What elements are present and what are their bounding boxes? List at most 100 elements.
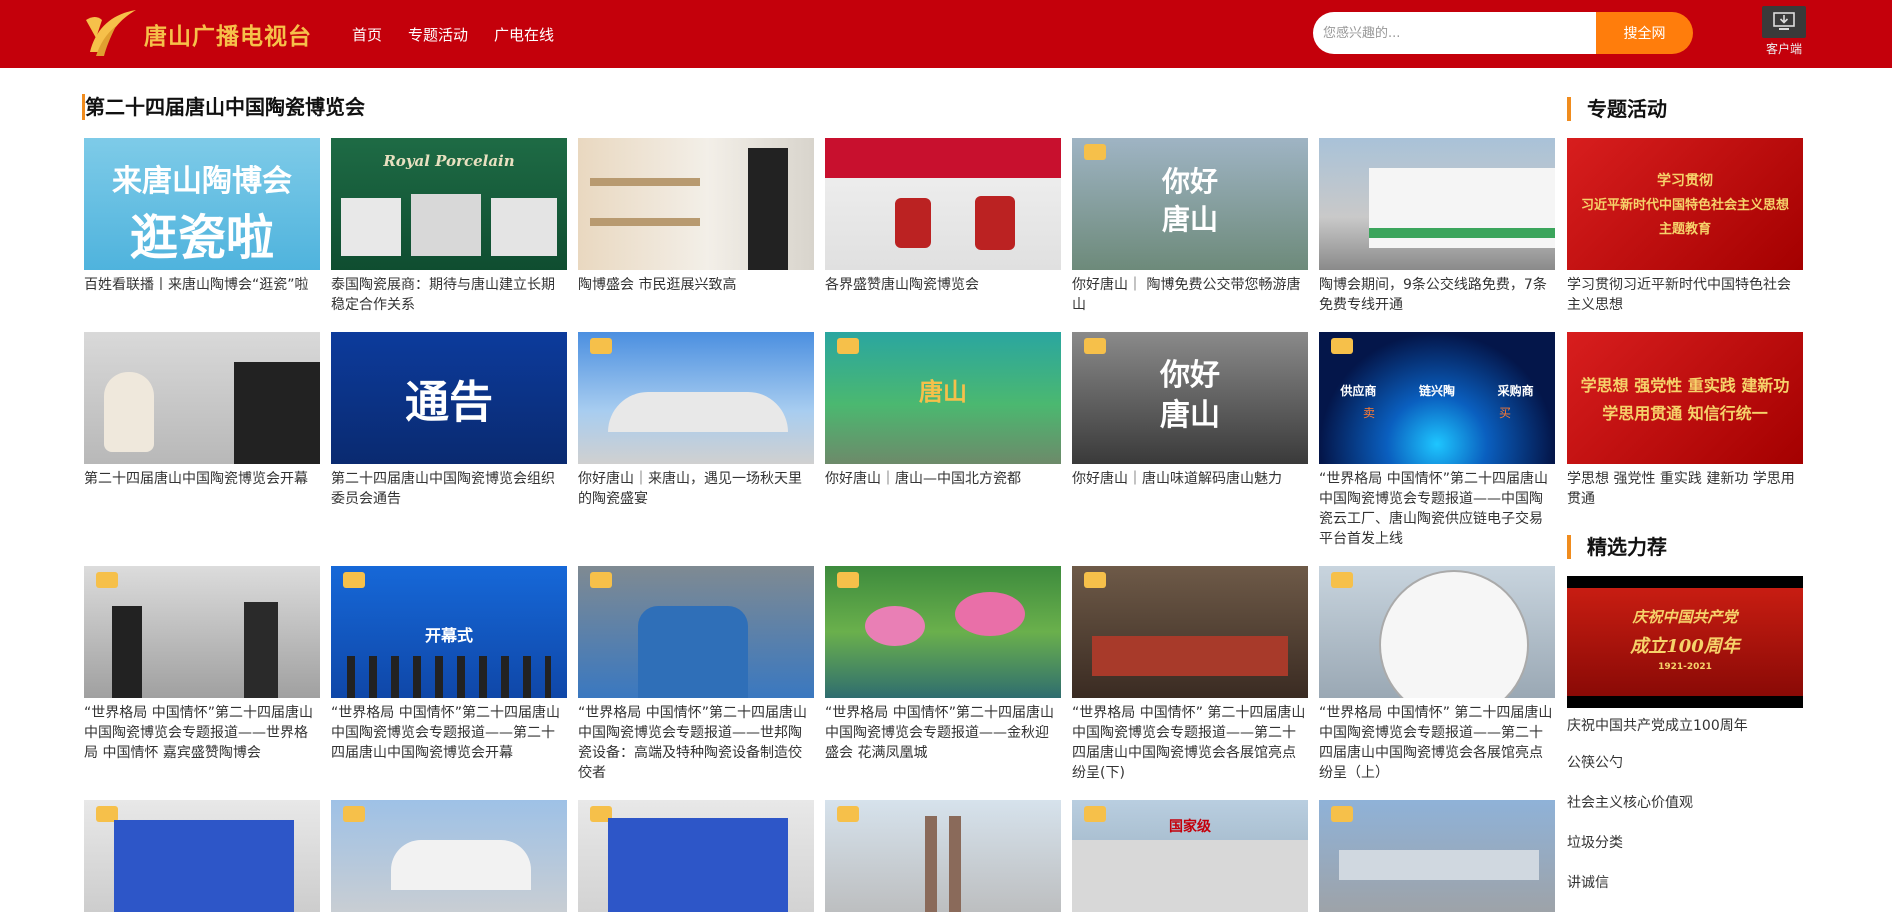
news-thumb[interactable] <box>578 566 814 698</box>
picks-feature-card[interactable]: 庆祝中国共产党 成立100周年 1921-2021 庆祝中国共产党成立100周年 <box>1567 576 1803 736</box>
news-thumb[interactable]: 你好 唐山 <box>1072 138 1308 270</box>
picks-link[interactable]: 垃圾分类 <box>1567 832 1623 852</box>
topic-thumb[interactable]: 学思想 强党性 重实践 建新功 学思用贯通 知信行统一 <box>1567 332 1803 464</box>
news-card[interactable] <box>1319 800 1555 912</box>
news-thumb[interactable]: 唐山 <box>825 332 1061 464</box>
nav-online[interactable]: 广电在线 <box>494 24 554 45</box>
news-thumb[interactable] <box>578 332 814 464</box>
news-card[interactable]: 供应商 链兴陶 采购商 卖 买 “世界格局 中国情怀”第二十四届唐山中国陶瓷博览… <box>1319 332 1555 549</box>
news-caption[interactable]: 你好唐山｜唐山—中国北方瓷都 <box>825 469 1061 489</box>
news-card[interactable]: 第二十四届唐山中国陶瓷博览会开幕 <box>84 332 320 489</box>
picks-thumb[interactable]: 庆祝中国共产党 成立100周年 1921-2021 <box>1567 576 1803 708</box>
channel-logo-icon <box>96 572 118 588</box>
topic-card[interactable]: 学习贯彻 习近平新时代中国特色社会主义思想 主题教育 学习贯彻习近平新时代中国特… <box>1567 138 1803 315</box>
news-card[interactable]: 你好 唐山 你好唐山｜ 陶博免费公交带您畅游唐山 <box>1072 138 1308 315</box>
news-thumb[interactable] <box>1319 138 1555 270</box>
picks-link[interactable]: 社会主义核心价值观 <box>1567 792 1693 812</box>
news-thumb[interactable]: 来唐山陶博会 逛瓷啦 <box>84 138 320 270</box>
nav-home[interactable]: 首页 <box>352 24 382 45</box>
news-caption[interactable]: “世界格局 中国情怀”第二十四届唐山中国陶瓷博览会专题报道——中国陶瓷云工厂、唐… <box>1319 469 1555 549</box>
search-bar: 搜全网 <box>1313 12 1693 54</box>
news-card[interactable]: 国家级 <box>1072 800 1308 912</box>
news-thumb[interactable] <box>84 800 320 912</box>
news-thumb[interactable] <box>84 566 320 698</box>
picks-caption[interactable]: 庆祝中国共产党成立100周年 <box>1567 716 1803 736</box>
news-card[interactable]: “世界格局 中国情怀” 第二十四届唐山中国陶瓷博览会专题报道——第二十四届唐山中… <box>1319 566 1555 783</box>
news-caption[interactable]: “世界格局 中国情怀”第二十四届唐山中国陶瓷博览会专题报道——世界格局 中国情怀… <box>84 703 320 763</box>
news-card[interactable]: 陶博盛会 市民逛展兴致高 <box>578 138 814 295</box>
news-card[interactable]: 陶博会期间，9条公交线路免费，7条免费专线开通 <box>1319 138 1555 315</box>
news-thumb[interactable] <box>84 332 320 464</box>
site-logo[interactable]: 唐山广播电视台 <box>82 6 312 62</box>
nav-topics[interactable]: 专题活动 <box>408 24 468 45</box>
news-caption[interactable]: 泰国陶瓷展商：期待与唐山建立长期稳定合作关系 <box>331 275 567 315</box>
topic-caption[interactable]: 学思想 强党性 重实践 建新功 学思用贯通 <box>1567 469 1803 509</box>
news-thumb[interactable] <box>1072 566 1308 698</box>
news-card[interactable] <box>84 800 320 912</box>
news-caption[interactable]: “世界格局 中国情怀”第二十四届唐山中国陶瓷博览会专题报道——第二十四届唐山中国… <box>331 703 567 763</box>
thumb-text: 1921-2021 <box>1658 662 1712 672</box>
search-button[interactable]: 搜全网 <box>1596 12 1693 54</box>
thumb-text: 采购商 <box>1497 384 1534 398</box>
news-card[interactable]: Royal Porcelain 泰国陶瓷展商：期待与唐山建立长期稳定合作关系 <box>331 138 567 315</box>
news-thumb[interactable]: 国家级 <box>1072 800 1308 912</box>
news-caption[interactable]: 第二十四届唐山中国陶瓷博览会开幕 <box>84 469 320 489</box>
news-card[interactable] <box>331 800 567 912</box>
news-thumb[interactable] <box>578 800 814 912</box>
news-card[interactable] <box>825 800 1061 912</box>
thumb-text: 唐山 <box>919 377 967 406</box>
news-thumb[interactable]: 通告 <box>331 332 567 464</box>
news-caption[interactable]: 第二十四届唐山中国陶瓷博览会组织委员会通告 <box>331 469 567 509</box>
news-card[interactable]: 你好唐山｜来唐山，遇见一场秋天里的陶瓷盛宴 <box>578 332 814 509</box>
news-thumb[interactable]: Royal Porcelain <box>331 138 567 270</box>
news-thumb[interactable] <box>578 138 814 270</box>
news-caption[interactable]: “世界格局 中国情怀” 第二十四届唐山中国陶瓷博览会专题报道——第二十四届唐山中… <box>1072 703 1308 783</box>
news-card[interactable]: 各界盛赞唐山陶瓷博览会 <box>825 138 1061 295</box>
news-thumb[interactable] <box>825 800 1061 912</box>
news-caption[interactable]: 你好唐山｜ 陶博免费公交带您畅游唐山 <box>1072 275 1308 315</box>
news-caption[interactable]: 陶博会期间，9条公交线路免费，7条免费专线开通 <box>1319 275 1555 315</box>
channel-logo-icon <box>590 572 612 588</box>
topic-caption[interactable]: 学习贯彻习近平新时代中国特色社会主义思想 <box>1567 275 1803 315</box>
news-thumb[interactable] <box>825 138 1061 270</box>
thumb-text: 逛瓷啦 <box>129 210 274 266</box>
thumb-text: 开幕式 <box>424 626 473 645</box>
news-thumb[interactable]: 供应商 链兴陶 采购商 卖 买 <box>1319 332 1555 464</box>
news-card[interactable]: 通告 第二十四届唐山中国陶瓷博览会组织委员会通告 <box>331 332 567 509</box>
thumb-text: 唐山 <box>1161 203 1218 236</box>
news-caption[interactable]: 陶博盛会 市民逛展兴致高 <box>578 275 814 295</box>
topic-card[interactable]: 学思想 强党性 重实践 建新功 学思用贯通 知信行统一 学思想 强党性 重实践 … <box>1567 332 1803 509</box>
client-download[interactable]: 客户端 <box>1762 6 1806 56</box>
news-card[interactable]: 开幕式 “世界格局 中国情怀”第二十四届唐山中国陶瓷博览会专题报道——第二十四届… <box>331 566 567 763</box>
news-thumb[interactable] <box>1319 800 1555 912</box>
channel-logo-icon <box>590 338 612 354</box>
news-card[interactable]: “世界格局 中国情怀”第二十四届唐山中国陶瓷博览会专题报道——世界格局 中国情怀… <box>84 566 320 763</box>
news-caption[interactable]: “世界格局 中国情怀” 第二十四届唐山中国陶瓷博览会专题报道——第二十四届唐山中… <box>1319 703 1555 783</box>
news-card[interactable]: “世界格局 中国情怀” 第二十四届唐山中国陶瓷博览会专题报道——第二十四届唐山中… <box>1072 566 1308 783</box>
news-card[interactable]: 你好 唐山 你好唐山｜唐山味道解码唐山魅力 <box>1072 332 1308 489</box>
news-caption[interactable]: “世界格局 中国情怀”第二十四届唐山中国陶瓷博览会专题报道——金秋迎盛会 花满凤… <box>825 703 1061 763</box>
picks-link[interactable]: 讲诚信 <box>1567 872 1609 892</box>
sidebar-topics-title: 专题活动 <box>1567 97 1667 121</box>
news-card[interactable]: “世界格局 中国情怀”第二十四届唐山中国陶瓷博览会专题报道——金秋迎盛会 花满凤… <box>825 566 1061 763</box>
picks-link[interactable]: 公筷公勺 <box>1567 752 1623 772</box>
news-caption[interactable]: 你好唐山｜唐山味道解码唐山魅力 <box>1072 469 1308 489</box>
search-input[interactable] <box>1313 12 1596 54</box>
news-caption[interactable]: “世界格局 中国情怀”第二十四届唐山中国陶瓷博览会专题报道——世邦陶瓷设备：高端… <box>578 703 814 783</box>
news-thumb[interactable] <box>825 566 1061 698</box>
news-caption[interactable]: 百姓看联播丨来唐山陶博会“逛瓷”啦 <box>84 275 320 295</box>
news-card[interactable]: 来唐山陶博会 逛瓷啦 百姓看联播丨来唐山陶博会“逛瓷”啦 <box>84 138 320 295</box>
news-thumb[interactable] <box>1319 566 1555 698</box>
news-thumb[interactable]: 你好 唐山 <box>1072 332 1308 464</box>
news-thumb[interactable] <box>331 800 567 912</box>
news-thumb[interactable]: 开幕式 <box>331 566 567 698</box>
news-card[interactable] <box>578 800 814 912</box>
thumb-text: 习近平新时代中国特色社会主义思想 <box>1580 198 1789 213</box>
news-card[interactable]: “世界格局 中国情怀”第二十四届唐山中国陶瓷博览会专题报道——世邦陶瓷设备：高端… <box>578 566 814 783</box>
news-caption[interactable]: 你好唐山｜来唐山，遇见一场秋天里的陶瓷盛宴 <box>578 469 814 509</box>
topic-thumb[interactable]: 学习贯彻 习近平新时代中国特色社会主义思想 主题教育 <box>1567 138 1803 270</box>
news-caption[interactable]: 各界盛赞唐山陶瓷博览会 <box>825 275 1061 295</box>
thumb-text: 学习贯彻 <box>1657 173 1713 189</box>
news-card[interactable]: 唐山 你好唐山｜唐山—中国北方瓷都 <box>825 332 1061 489</box>
main-nav: 首页 专题活动 广电在线 <box>352 0 580 68</box>
